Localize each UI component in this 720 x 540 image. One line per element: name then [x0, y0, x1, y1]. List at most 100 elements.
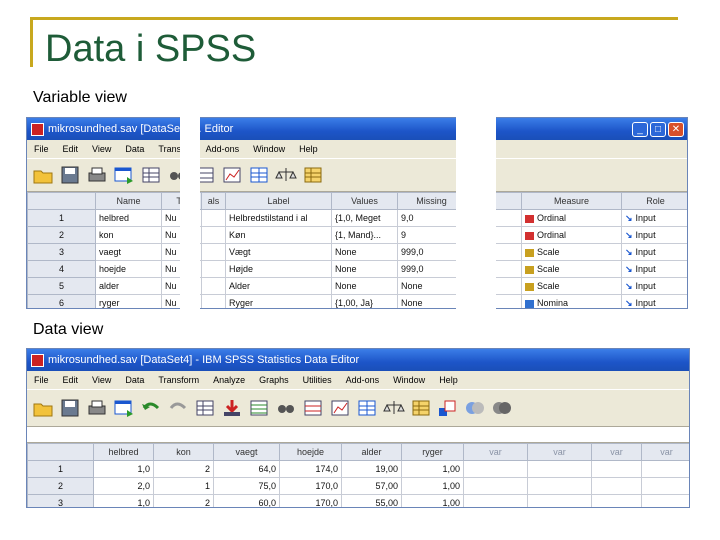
cell-decimals[interactable] — [201, 226, 226, 244]
column-header-decimals[interactable]: als — [201, 192, 226, 210]
open-folder-icon[interactable] — [31, 397, 55, 419]
column-header-helbred[interactable]: helbred — [93, 443, 154, 461]
cell-role[interactable]: ↘ Input — [621, 260, 687, 278]
row-number[interactable]: 3 — [27, 494, 94, 507]
column-header-ryger[interactable]: ryger — [401, 443, 464, 461]
column-header-hoejde[interactable]: hoejde — [279, 443, 342, 461]
data-cell[interactable] — [641, 494, 689, 507]
data-cell[interactable]: 55,00 — [341, 494, 402, 507]
row-number[interactable]: 2 — [27, 226, 96, 244]
row-number[interactable]: 5 — [27, 277, 96, 295]
row-number[interactable]: 3 — [27, 243, 96, 261]
column-header-values[interactable]: Values — [331, 192, 398, 210]
column-header-var[interactable]: var — [641, 443, 689, 461]
variables-icon[interactable] — [247, 397, 271, 419]
maximize-button[interactable]: □ — [650, 121, 666, 137]
menu-item-file[interactable]: File — [27, 144, 56, 154]
column-header-kon[interactable]: kon — [153, 443, 214, 461]
print-icon[interactable] — [85, 164, 109, 186]
data-cell[interactable]: 174,0 — [279, 460, 342, 478]
circles-icon[interactable] — [463, 397, 487, 419]
column-header-alder[interactable]: alder — [341, 443, 402, 461]
data-cell[interactable] — [591, 460, 642, 478]
data-cell[interactable] — [463, 460, 528, 478]
cell-name[interactable]: ryger — [95, 294, 162, 308]
data-cell[interactable]: 2 — [153, 460, 214, 478]
cell-measure[interactable]: Scale — [521, 277, 622, 295]
weight-cases-icon[interactable] — [382, 397, 406, 419]
row-number[interactable]: 6 — [27, 294, 96, 308]
column-header-var[interactable]: var — [527, 443, 592, 461]
menu-item-edit[interactable]: Edit — [56, 144, 86, 154]
menu-item-analyze[interactable]: Analyze — [206, 375, 252, 385]
menu-item-utilities[interactable]: Utilities — [296, 375, 339, 385]
cell-name[interactable]: helbred — [95, 209, 162, 227]
cell-measure[interactable]: Nomina — [521, 294, 622, 308]
cell-name[interactable]: alder — [95, 277, 162, 295]
menu-item-data[interactable]: Data — [118, 375, 151, 385]
cell-measure[interactable]: Ordinal — [521, 209, 622, 227]
dialog-recall-icon[interactable] — [112, 397, 136, 419]
data-cell[interactable]: 170,0 — [279, 477, 342, 495]
column-header-role[interactable]: Role — [621, 192, 687, 210]
cell-measure[interactable]: Scale — [521, 260, 622, 278]
data-cell[interactable] — [463, 477, 528, 495]
goto-case-icon[interactable] — [193, 397, 217, 419]
cell-decimals[interactable] — [201, 243, 226, 261]
data-cell[interactable]: 1,0 — [93, 494, 154, 507]
menu-item-transform[interactable]: Transform — [151, 375, 206, 385]
cell-role[interactable]: ↘ Input — [621, 243, 687, 261]
value-labels-icon[interactable] — [409, 397, 433, 419]
cell-values[interactable]: {1,0, Meget — [331, 209, 398, 227]
cell-role[interactable]: ↘ Input — [621, 277, 687, 295]
cell-decimals[interactable] — [201, 209, 226, 227]
show-all-variables-icon[interactable] — [490, 397, 514, 419]
cell-decimals[interactable] — [201, 294, 226, 308]
row-number[interactable]: 1 — [27, 209, 96, 227]
data-cell[interactable] — [641, 460, 689, 478]
split-file-icon[interactable] — [355, 397, 379, 419]
cell-role[interactable]: ↘ Input — [621, 294, 687, 308]
column-header-name[interactable]: Name — [95, 192, 162, 210]
save-icon[interactable] — [58, 397, 82, 419]
find-icon[interactable] — [274, 397, 298, 419]
data-cell[interactable]: 1 — [153, 477, 214, 495]
menu-item-data[interactable]: Data — [118, 144, 151, 154]
data-cell[interactable]: 75,0 — [213, 477, 280, 495]
goto-variable-icon[interactable] — [220, 397, 244, 419]
cell-values[interactable]: None — [331, 243, 398, 261]
cell-decimals[interactable] — [201, 260, 226, 278]
dialog-recall-icon[interactable] — [112, 164, 136, 186]
cell-values[interactable]: None — [331, 260, 398, 278]
row-number[interactable]: 2 — [27, 477, 94, 495]
menu-item-file[interactable]: File — [27, 375, 56, 385]
cell-values[interactable]: None — [331, 277, 398, 295]
menu-item-window[interactable]: Window — [386, 375, 432, 385]
data-cell[interactable] — [591, 477, 642, 495]
undo-icon[interactable] — [139, 397, 163, 419]
row-number[interactable]: 4 — [27, 260, 96, 278]
cell-label[interactable]: Køn — [225, 226, 332, 244]
menu-item-addons[interactable]: Add-ons — [199, 144, 247, 154]
data-cell[interactable]: 2 — [153, 494, 214, 507]
menu-item-help[interactable]: Help — [292, 144, 325, 154]
menu-item-window[interactable]: Window — [246, 144, 292, 154]
menu-item-graphs[interactable]: Graphs — [252, 375, 296, 385]
data-cell[interactable] — [463, 494, 528, 507]
data-cell[interactable] — [591, 494, 642, 507]
goto-case-icon[interactable] — [139, 164, 163, 186]
cell-values[interactable]: {1,00, Ja} — [331, 294, 398, 308]
cell-role[interactable]: ↘ Input — [621, 226, 687, 244]
cell-name[interactable]: vaegt — [95, 243, 162, 261]
cell-label[interactable]: Ryger — [225, 294, 332, 308]
data-cell[interactable]: 1,00 — [401, 477, 464, 495]
cell-measure[interactable]: Scale — [521, 243, 622, 261]
save-icon[interactable] — [58, 164, 82, 186]
cell-name[interactable]: kon — [95, 226, 162, 244]
menu-item-addons[interactable]: Add-ons — [339, 375, 387, 385]
data-cell[interactable]: 1,00 — [401, 494, 464, 507]
cell-label[interactable]: Helbredstilstand i al — [225, 209, 332, 227]
data-cell[interactable]: 60,0 — [213, 494, 280, 507]
cell-role[interactable]: ↘ Input — [621, 209, 687, 227]
column-header-var[interactable]: var — [591, 443, 642, 461]
